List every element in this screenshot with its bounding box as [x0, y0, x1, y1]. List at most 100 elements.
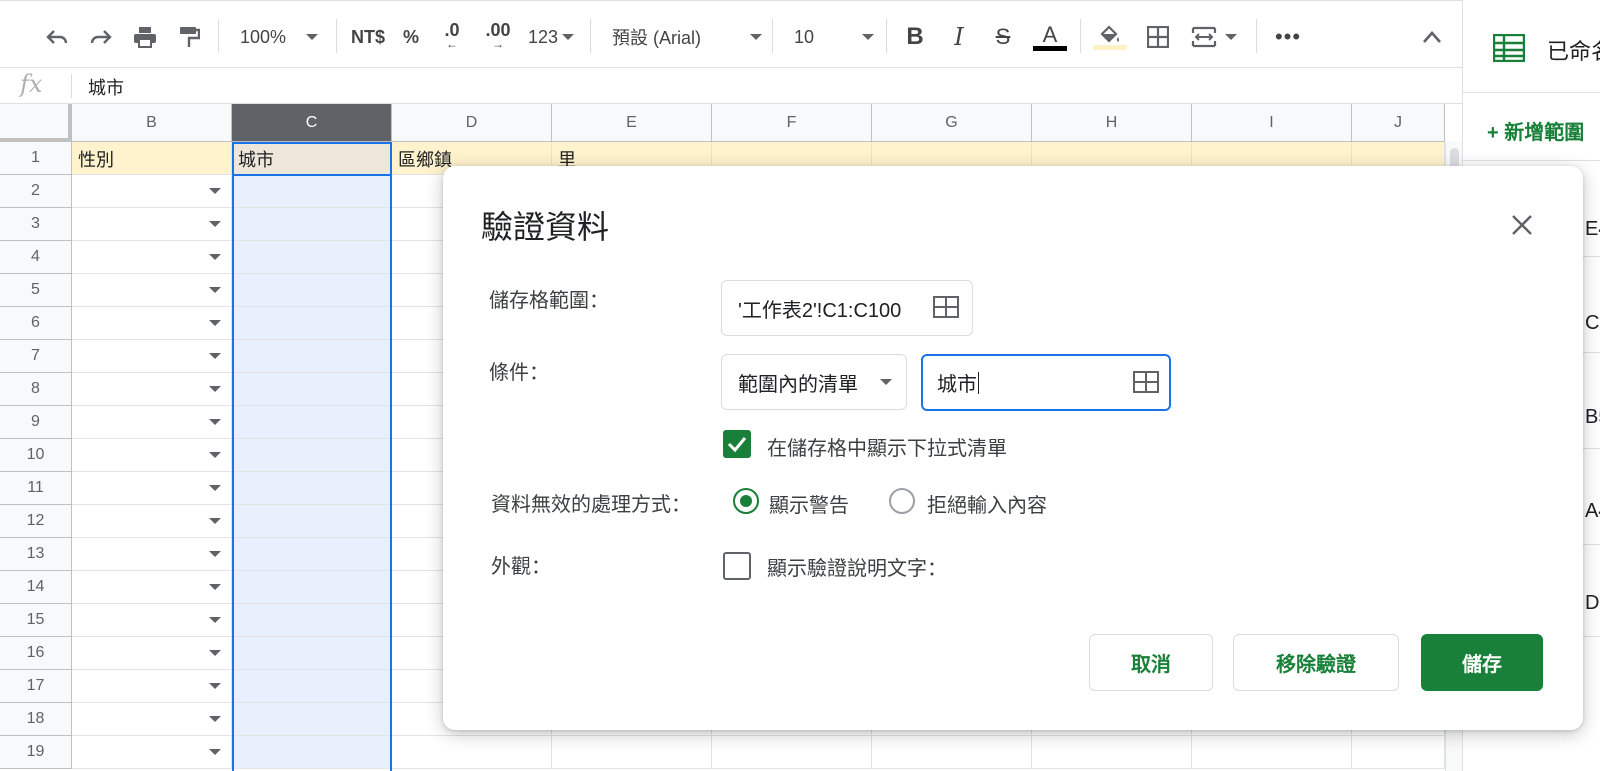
row-header[interactable]: 17 [0, 670, 72, 703]
row-header[interactable]: 13 [0, 538, 72, 571]
font-size-select[interactable]: 10 [794, 21, 874, 53]
range-item-fragment[interactable]: A4 [1585, 500, 1600, 523]
dropdown-arrow-icon[interactable] [209, 419, 221, 425]
table-cell[interactable] [1192, 736, 1352, 769]
zoom-select[interactable]: 100% [232, 21, 326, 53]
remove-validation-button[interactable]: 移除驗證 [1233, 634, 1399, 691]
dropdown-cell[interactable] [72, 175, 232, 208]
selected-column-cell[interactable] [232, 703, 392, 736]
dropdown-arrow-icon[interactable] [209, 188, 221, 194]
range-item-fragment[interactable]: E4 [1585, 218, 1600, 241]
dropdown-arrow-icon[interactable] [209, 452, 221, 458]
select-range-icon[interactable] [1133, 371, 1159, 398]
radio-show-warning[interactable] [733, 488, 759, 514]
dropdown-cell[interactable] [72, 670, 232, 703]
increase-decimal-button[interactable]: .00 → [478, 21, 518, 53]
dropdown-arrow-icon[interactable] [209, 584, 221, 590]
cell-c1[interactable]: 城市 [232, 142, 392, 175]
formula-input[interactable]: 城市 [88, 74, 124, 100]
select-all-corner[interactable] [0, 104, 72, 142]
cell-b1[interactable]: 性別 [72, 142, 232, 175]
dropdown-cell[interactable] [72, 307, 232, 340]
dropdown-cell[interactable] [72, 637, 232, 670]
radio-reject-input[interactable] [889, 488, 915, 514]
column-header-c[interactable]: C [232, 104, 392, 142]
dropdown-arrow-icon[interactable] [209, 386, 221, 392]
borders-button[interactable] [1142, 21, 1174, 53]
selected-column-cell[interactable] [232, 472, 392, 505]
bold-button[interactable]: B [900, 21, 930, 53]
dropdown-cell[interactable] [72, 604, 232, 637]
dropdown-arrow-icon[interactable] [209, 518, 221, 524]
row-header[interactable]: 8 [0, 373, 72, 406]
row-header[interactable]: 3 [0, 208, 72, 241]
dropdown-arrow-icon[interactable] [209, 320, 221, 326]
dropdown-arrow-icon[interactable] [209, 650, 221, 656]
row-header[interactable]: 9 [0, 406, 72, 439]
dropdown-arrow-icon[interactable] [209, 485, 221, 491]
row-header[interactable]: 14 [0, 571, 72, 604]
font-family-select[interactable]: 預設 (Arial) [612, 21, 762, 53]
row-header[interactable]: 19 [0, 736, 72, 769]
dropdown-cell[interactable] [72, 274, 232, 307]
table-cell[interactable] [712, 736, 872, 769]
range-item-fragment[interactable]: C4 [1585, 312, 1600, 335]
range-item-fragment[interactable]: B5 [1585, 406, 1600, 429]
selected-column-cell[interactable] [232, 307, 392, 340]
column-header-g[interactable]: G [872, 104, 1032, 142]
column-header-e[interactable]: E [552, 104, 712, 142]
row-header[interactable]: 5 [0, 274, 72, 307]
dropdown-arrow-icon[interactable] [209, 749, 221, 755]
criteria-type-select[interactable]: 範圍內的清單 [721, 354, 907, 410]
undo-button[interactable] [40, 21, 74, 53]
dropdown-arrow-icon[interactable] [209, 353, 221, 359]
row-header[interactable]: 1 [0, 142, 72, 175]
row-header[interactable]: 18 [0, 703, 72, 736]
dropdown-arrow-icon[interactable] [209, 716, 221, 722]
selected-column-cell[interactable] [232, 175, 392, 208]
dropdown-cell[interactable] [72, 505, 232, 538]
selected-column-cell[interactable] [232, 439, 392, 472]
column-header-j[interactable]: J [1352, 104, 1445, 142]
selected-column-cell[interactable] [232, 637, 392, 670]
add-range-link[interactable]: + 新增範圍 [1487, 116, 1584, 145]
row-header[interactable]: 11 [0, 472, 72, 505]
table-cell[interactable] [552, 736, 712, 769]
save-button[interactable]: 儲存 [1421, 634, 1543, 691]
dropdown-cell[interactable] [72, 340, 232, 373]
row-header[interactable]: 15 [0, 604, 72, 637]
italic-button[interactable]: I [944, 21, 974, 53]
strikethrough-button[interactable]: S [988, 21, 1018, 53]
dropdown-cell[interactable] [72, 538, 232, 571]
dropdown-cell[interactable] [72, 703, 232, 736]
row-header[interactable]: 16 [0, 637, 72, 670]
dropdown-arrow-icon[interactable] [209, 287, 221, 293]
merge-cells-button[interactable] [1186, 21, 1242, 53]
dropdown-arrow-icon[interactable] [209, 683, 221, 689]
row-header[interactable]: 7 [0, 340, 72, 373]
decrease-decimal-button[interactable]: .0 ← [434, 21, 470, 53]
select-range-icon[interactable] [933, 296, 959, 323]
dropdown-arrow-icon[interactable] [209, 617, 221, 623]
text-color-button[interactable]: A [1032, 21, 1068, 53]
selected-column-cell[interactable] [232, 208, 392, 241]
selected-column-cell[interactable] [232, 505, 392, 538]
dropdown-arrow-icon[interactable] [209, 254, 221, 260]
selected-column-cell[interactable] [232, 670, 392, 703]
column-header-f[interactable]: F [712, 104, 872, 142]
row-header[interactable]: 10 [0, 439, 72, 472]
dropdown-cell[interactable] [72, 571, 232, 604]
dropdown-cell[interactable] [72, 241, 232, 274]
row-header[interactable]: 2 [0, 175, 72, 208]
dropdown-arrow-icon[interactable] [209, 221, 221, 227]
dropdown-cell[interactable] [72, 736, 232, 769]
close-button[interactable] [1507, 210, 1537, 240]
selected-column-cell[interactable] [232, 571, 392, 604]
column-header-d[interactable]: D [392, 104, 552, 142]
column-header-b[interactable]: B [72, 104, 232, 142]
collapse-toolbar-button[interactable] [1416, 21, 1448, 53]
more-formats-button[interactable]: 123 [524, 21, 578, 53]
show-dropdown-checkbox[interactable] [723, 430, 751, 458]
fill-color-button[interactable] [1092, 21, 1128, 53]
selected-column-cell[interactable] [232, 736, 392, 769]
